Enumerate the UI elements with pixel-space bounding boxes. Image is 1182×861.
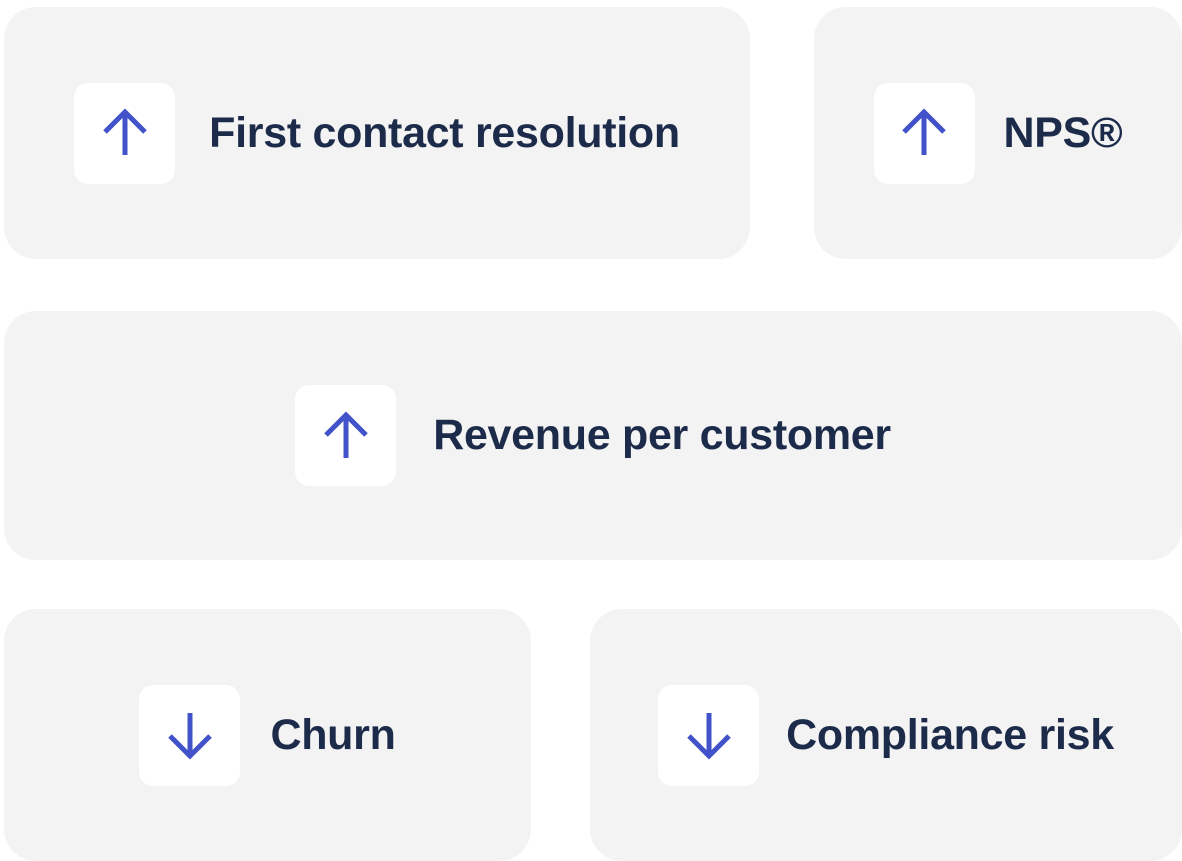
metric-card-churn: Churn xyxy=(4,609,531,861)
arrow-up-icon xyxy=(902,108,946,155)
arrow-down-icon xyxy=(686,713,731,760)
arrow-up-icon xyxy=(323,410,368,458)
arrow-up-icon xyxy=(102,108,147,155)
metric-card-nps: NPS® xyxy=(814,7,1182,259)
metric-label: NPS® xyxy=(1003,108,1123,157)
metric-label: First contact resolution xyxy=(209,108,680,157)
metric-card-compliance-risk: Compliance risk xyxy=(590,609,1182,861)
arrow-down-icon xyxy=(168,713,212,760)
metric-label: Compliance risk xyxy=(786,710,1114,759)
arrow-down-icon-box xyxy=(658,684,760,786)
metric-label: Revenue per customer xyxy=(433,411,891,459)
arrow-down-icon-box xyxy=(139,684,241,786)
metric-label: Churn xyxy=(270,710,396,759)
arrow-up-icon-box xyxy=(295,385,397,486)
metric-card-revenue-per-customer: Revenue per customer xyxy=(4,311,1182,560)
arrow-up-icon-box xyxy=(74,82,176,184)
metric-card-first-contact-resolution: First contact resolution xyxy=(4,7,750,259)
arrow-up-icon-box xyxy=(873,82,975,184)
